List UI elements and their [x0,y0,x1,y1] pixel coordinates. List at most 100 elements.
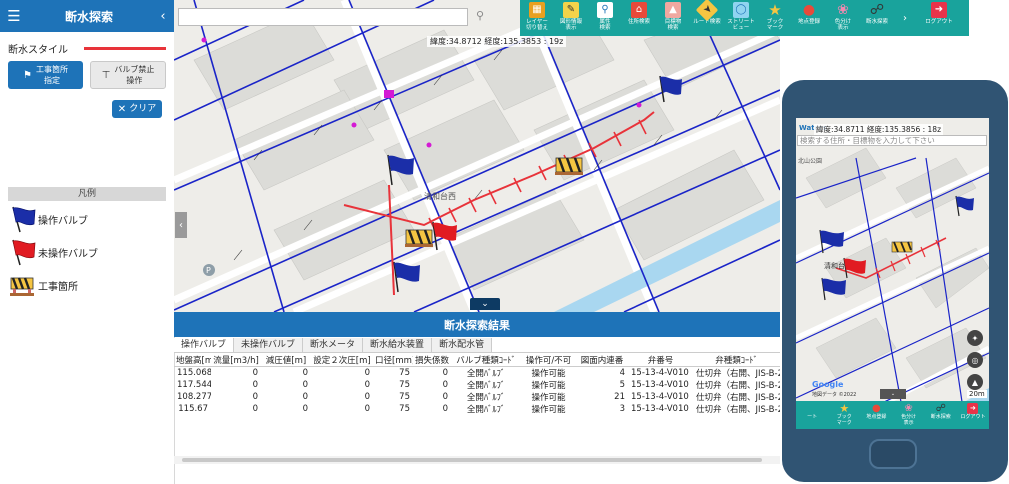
toolbar-label: ストリート ビュー [727,19,755,31]
toolbar-route-search-button[interactable]: ➤ ルート検索 [690,0,724,36]
table-cell: 0 [364,368,370,378]
column-header[interactable]: 減圧値[m] [261,354,311,367]
logout-icon: ➜ [931,2,947,18]
toolbar-bookmark-button[interactable]: ★ ブック マーク [758,0,792,36]
results-table: 地盤高[m] 流量[m3/h] 減圧値[m] 設定２次圧[m] 口径[mm] 損… [174,354,780,415]
table-cell: 全開ﾊﾞﾙﾌﾞ [466,393,506,403]
main-toolbar: ▦ レイヤー 切り替え ✎ 図形情報 表示 ⚲ 属性 検索 ⌂ 住所検索 ▲ 目標物 検索… [520,0,969,36]
toolbar-logout-button[interactable]: ➜ ログアウト [916,0,962,36]
cut-style-swatch[interactable] [84,46,166,50]
column-header[interactable]: 操作可/不可 [521,354,576,367]
table-row[interactable]: 117.544 0 0 0 75 0 全開ﾊﾞﾙﾌﾞ 操作可能 5 15-13-… [174,379,780,391]
table-cell: 0 [252,380,258,390]
column-header[interactable]: 地盤高[m] [174,354,211,367]
table-cell: 108.277 [177,392,211,402]
table-cell: 0 [302,392,308,402]
table-cell: 0 [252,368,258,378]
column-header[interactable]: 弁番号 [628,354,693,367]
table-cell: 仕切弁（右開、JIS-B-2062 [696,405,780,415]
toolbar-streetview-button[interactable]: ◯ ストリート ビュー [724,0,758,36]
toolbar-attribute-search-button[interactable]: ⚲ 属性 検索 [588,0,622,36]
phone-blue-flag[interactable] [955,195,974,217]
phone-point-register-button[interactable]: ● 地点登録 [860,401,892,429]
table-cell: 操作可能 [531,405,566,415]
toolbar-landmark-search-button[interactable]: ▲ 目標物 検索 [656,0,690,36]
toolbar-shape-info-button[interactable]: ✎ 図形情報 表示 [554,0,588,36]
map-construction-marker[interactable] [405,229,433,247]
phone-collapse-handle[interactable]: ⌄ [880,389,906,399]
phone-color-display-button[interactable]: ❀ 色分け 表示 [893,401,925,429]
phone-bookmark-button[interactable]: ★ ブック マーク [828,401,860,429]
table-cell: 0 [442,380,448,390]
phone-logout-button[interactable]: ➜ ログアウト [957,401,989,429]
map-blue-flag[interactable] [393,261,420,293]
valve-prohibit-button[interactable]: ⊤ バルブ禁止 操作 [90,61,166,89]
table-row[interactable]: 115.67 0 0 0 75 0 全開ﾊﾞﾙﾌﾞ 操作可能 3 15-13-4… [174,403,780,415]
map-scale: 20m [967,390,987,398]
tab-unoperated-valve[interactable]: 未操作バルブ [234,338,304,352]
tab-operated-valve[interactable]: 操作バルブ [174,338,235,352]
table-cell: 75 [399,380,410,390]
toolbar-point-register-button[interactable]: ● 地点登録 [792,0,826,36]
table-row[interactable]: 115.068 0 0 0 75 0 全開ﾊﾞﾙﾌﾞ 操作可能 4 15-13-… [174,367,780,379]
toolbar-water-cut-button[interactable]: ☍ 断水探索 [860,0,894,36]
search-icon[interactable]: ⚲ [476,9,484,22]
logout-icon: ➜ [967,403,979,414]
tab-cut-supply-device[interactable]: 断水給水装置 [363,338,433,352]
phone-toolbar-label: ログアウト [960,414,986,420]
phone-construction-marker[interactable] [891,241,913,253]
legend-item-unoperated-valve: 未操作バルブ [8,238,98,266]
phone-map-controls: ✦ ◎ ▲ [967,330,983,396]
phone-route-button[interactable]: ート [796,401,828,429]
navigation-arrow-icon[interactable]: ▲ [967,374,983,390]
route-icon [807,403,818,414]
column-header[interactable]: バルブ種類ｺｰﾄﾞ [451,354,521,367]
table-cell: 0 [364,392,370,402]
construction-site-button[interactable]: ⚑ 工事箇所 指定 [8,61,83,89]
phone-toolbar-label: ート [807,414,818,420]
map-construction-marker[interactable] [555,157,583,175]
table-cell: 75 [399,404,410,414]
map-search-input[interactable] [178,8,468,26]
house-icon: ⌂ [631,2,647,18]
table-cell: 75 [399,368,410,378]
column-header[interactable]: 口径[mm] [373,354,413,367]
toolbar-layers-button[interactable]: ▦ レイヤー 切り替え [520,0,554,36]
toolbar-more-button[interactable]: › [894,0,916,36]
clear-button[interactable]: ✕ クリア [112,100,162,118]
collapse-chevron-icon[interactable]: ‹ [152,9,174,24]
table-cell: 仕切弁（右開、JIS-B-2062 [696,393,780,403]
table-cell: 15-13-4-V010 [631,380,689,390]
compass-icon[interactable]: ✦ [967,330,983,346]
phone-toolbar-label: 色分け 表示 [901,414,917,426]
toolbar-label: ログアウト [925,19,953,25]
horizontal-scrollbar[interactable] [174,456,780,464]
toolbar-color-display-button[interactable]: ❀ 色分け 表示 [826,0,860,36]
column-header[interactable]: 弁種類ｺｰﾄﾞ [693,354,780,367]
menu-icon[interactable]: ☰ [2,7,26,25]
phone-toolbar-label: 断水探索 [930,414,951,420]
column-header[interactable]: 流量[m3/h] [211,354,261,367]
phone-water-cut-button[interactable]: ☍ 断水探索 [925,401,957,429]
column-header[interactable]: 図面内連番 [576,354,628,367]
column-header[interactable]: 損失係数 [413,354,451,367]
tab-cut-distribution-pipe[interactable]: 断水配水管 [432,338,493,352]
scrollbar-thumb[interactable] [182,458,762,462]
table-cell: 仕切弁（右開、JIS-B-2062 [696,369,780,379]
cut-style-label: 断水スタイル [8,44,68,56]
tab-cut-meter[interactable]: 断水メータ [303,338,364,352]
panel-title: 断水探索 [64,9,113,24]
column-header[interactable]: 設定２次圧[m] [311,354,373,367]
phone-home-button[interactable] [869,439,917,469]
phone-search-input[interactable]: 検索する住所・目標物を入力して下さい [797,135,987,146]
chevron-left-icon[interactable]: ‹ [175,212,187,238]
results-tabs: 操作バルブ 未操作バルブ 断水メータ 断水給水装置 断水配水管 [174,338,780,353]
map-blue-flag[interactable] [659,75,682,103]
locate-icon[interactable]: ◎ [967,352,983,368]
chevron-down-icon[interactable]: ⌄ [470,298,500,310]
toolbar-label: 断水探索 [865,19,888,25]
toolbar-address-search-button[interactable]: ⌂ 住所検索 [622,0,656,36]
legend-title: 凡例 [8,187,166,201]
phone-blue-flag[interactable] [821,277,846,301]
table-row[interactable]: 108.277 0 0 0 75 0 全開ﾊﾞﾙﾌﾞ 操作可能 21 15-13… [174,391,780,403]
